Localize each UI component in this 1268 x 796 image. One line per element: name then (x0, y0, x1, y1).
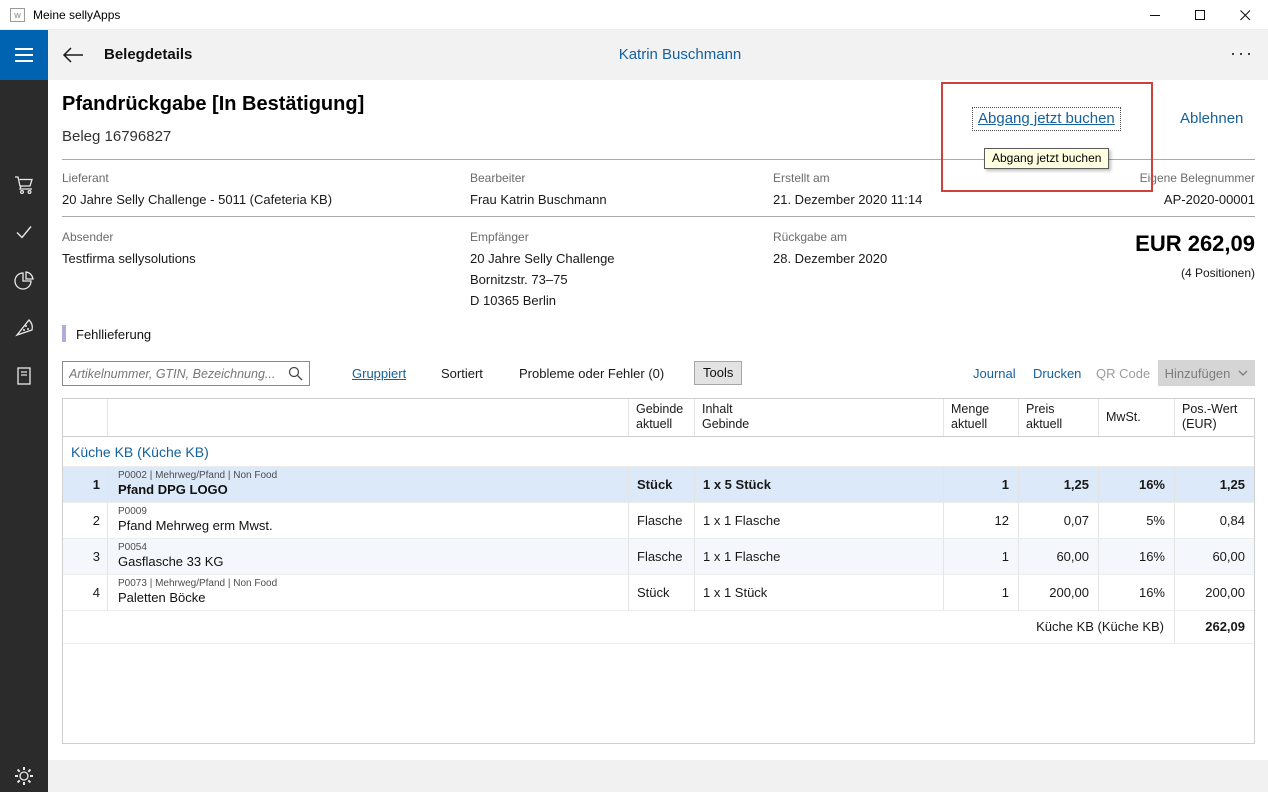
item-name: Pfand Mehrweg erm Mwst. (118, 518, 628, 534)
item-name: Gasflasche 33 KG (118, 554, 628, 570)
search-input[interactable] (69, 362, 279, 385)
back-button[interactable] (58, 41, 88, 69)
search-box (62, 361, 310, 386)
section-accent-bar (62, 325, 66, 342)
erstellt-value: 21. Dezember 2020 11:14 (773, 192, 922, 207)
maximize-button[interactable] (1178, 0, 1223, 30)
lieferant-value: 20 Jahre Selly Challenge - 5011 (Cafeter… (62, 192, 332, 207)
sidebar-item-reports[interactable] (0, 260, 48, 300)
annotation-red-box (941, 82, 1153, 192)
sidebar-item-settings[interactable] (0, 756, 48, 796)
page-breadcrumb-title: Belegdetails (104, 30, 192, 80)
book-outgoing-link[interactable]: Abgang jetzt buchen (978, 110, 1115, 127)
absender-value: Testfirma sellysolutions (62, 251, 196, 266)
table-row[interactable]: 4 P0073 | Mehrweg/Pfand | Non FoodPalett… (63, 575, 1254, 611)
document-title: Pfandrückgabe [In Bestätigung] (62, 93, 364, 116)
probleme-link[interactable]: Probleme oder Fehler (0) (519, 366, 664, 381)
empfaenger-line2: Bornitzstr. 73–75 (470, 272, 568, 287)
item-name: Pfand DPG LOGO (118, 482, 628, 498)
book-outgoing-link-focus: Abgang jetzt buchen (972, 107, 1121, 131)
col-gebinde: Gebindeaktuell (628, 399, 694, 436)
table-header-row: Gebindeaktuell InhaltGebinde Mengeaktuel… (63, 399, 1254, 437)
hinzufuegen-label: Hinzufügen (1165, 366, 1231, 381)
sortiert-link[interactable]: Sortiert (441, 366, 483, 381)
gruppiert-link[interactable]: Gruppiert (352, 366, 406, 381)
bearbeiter-value: Frau Katrin Buschmann (470, 192, 607, 207)
tools-button[interactable]: Tools (694, 361, 742, 385)
group-total-label: Küche KB (Küche KB) (63, 611, 1174, 643)
sidebar-item-cart[interactable] (0, 164, 48, 204)
gear-icon (13, 765, 35, 787)
group-header[interactable]: Küche KB (Küche KB) (63, 437, 1254, 467)
erstellt-label: Erstellt am (773, 171, 830, 185)
section-label: Fehllieferung (76, 327, 151, 342)
current-user-link[interactable]: Katrin Buschmann (560, 30, 800, 80)
search-icon[interactable] (288, 366, 303, 381)
journal-link[interactable]: Journal (973, 366, 1016, 381)
total-positions: (4 Positionen) (1181, 266, 1255, 280)
app-icon: w (10, 8, 25, 22)
empfaenger-line1: 20 Jahre Selly Challenge (470, 251, 615, 266)
table-row[interactable]: 3 P0054Gasflasche 33 KG Flasche 1 x 1 Fl… (63, 539, 1254, 575)
minimize-button[interactable] (1133, 0, 1178, 30)
table-row[interactable]: 1 P0002 | Mehrweg/Pfand | Non FoodPfand … (63, 467, 1254, 503)
sidebar-item-food[interactable] (0, 308, 48, 348)
total-amount: EUR 262,09 (1135, 231, 1255, 257)
belegnummer-value: AP-2020-00001 (1164, 192, 1255, 207)
positions-table: Gebindeaktuell InhaltGebinde Mengeaktuel… (62, 398, 1255, 744)
app-title: Meine sellyApps (33, 0, 120, 30)
sidebar (0, 80, 48, 792)
hamburger-icon (15, 48, 33, 50)
col-wert: Pos.-Wert(EUR) (1174, 399, 1254, 436)
item-meta: P0054 (118, 542, 628, 554)
bottom-bar (48, 760, 1268, 792)
pie-chart-icon (12, 268, 36, 292)
item-name: Paletten Böcke (118, 590, 628, 606)
cart-icon (12, 172, 36, 196)
document-number: Beleg 16796827 (62, 128, 171, 145)
bearbeiter-label: Bearbeiter (470, 171, 525, 185)
item-meta: P0009 (118, 506, 628, 518)
group-total-value: 262,09 (1174, 611, 1254, 643)
close-button[interactable] (1223, 0, 1268, 30)
belegnummer-label: Eigene Belegnummer (1140, 171, 1255, 185)
empfaenger-label: Empfänger (470, 230, 529, 244)
empfaenger-line3: D 10365 Berlin (470, 293, 556, 308)
tooltip: Abgang jetzt buchen (984, 148, 1109, 169)
chevron-down-icon (1238, 370, 1248, 376)
table-footer-row: Küche KB (Küche KB) 262,09 (63, 611, 1254, 644)
qr-code-link: QR Code (1096, 366, 1150, 381)
arrow-left-icon (62, 46, 84, 64)
absender-label: Absender (62, 230, 113, 244)
check-icon (12, 220, 36, 244)
item-meta: P0002 | Mehrweg/Pfand | Non Food (118, 470, 628, 482)
divider (62, 216, 1255, 217)
more-options-button[interactable]: ··· (1230, 30, 1254, 76)
col-mwst: MwSt. (1098, 399, 1174, 436)
book-icon (12, 364, 36, 388)
lieferant-label: Lieferant (62, 171, 109, 185)
pizza-icon (12, 316, 36, 340)
menu-button[interactable] (0, 30, 48, 80)
rueckgabe-label: Rückgabe am (773, 230, 847, 244)
navbar: Belegdetails Katrin Buschmann ··· (0, 30, 1268, 80)
titlebar: w Meine sellyApps (0, 0, 1268, 30)
drucken-link[interactable]: Drucken (1033, 366, 1081, 381)
rueckgabe-value: 28. Dezember 2020 (773, 251, 887, 266)
col-preis: Preisaktuell (1018, 399, 1098, 436)
item-meta: P0073 | Mehrweg/Pfand | Non Food (118, 578, 628, 590)
table-row[interactable]: 2 P0009Pfand Mehrweg erm Mwst. Flasche 1… (63, 503, 1254, 539)
reject-button[interactable]: Ablehnen (1180, 110, 1243, 127)
col-menge: Mengeaktuell (943, 399, 1018, 436)
sidebar-item-journal[interactable] (0, 356, 48, 396)
hinzufuegen-button[interactable]: Hinzufügen (1158, 360, 1255, 386)
sidebar-item-tasks[interactable] (0, 212, 48, 252)
col-inhalt: InhaltGebinde (694, 399, 943, 436)
